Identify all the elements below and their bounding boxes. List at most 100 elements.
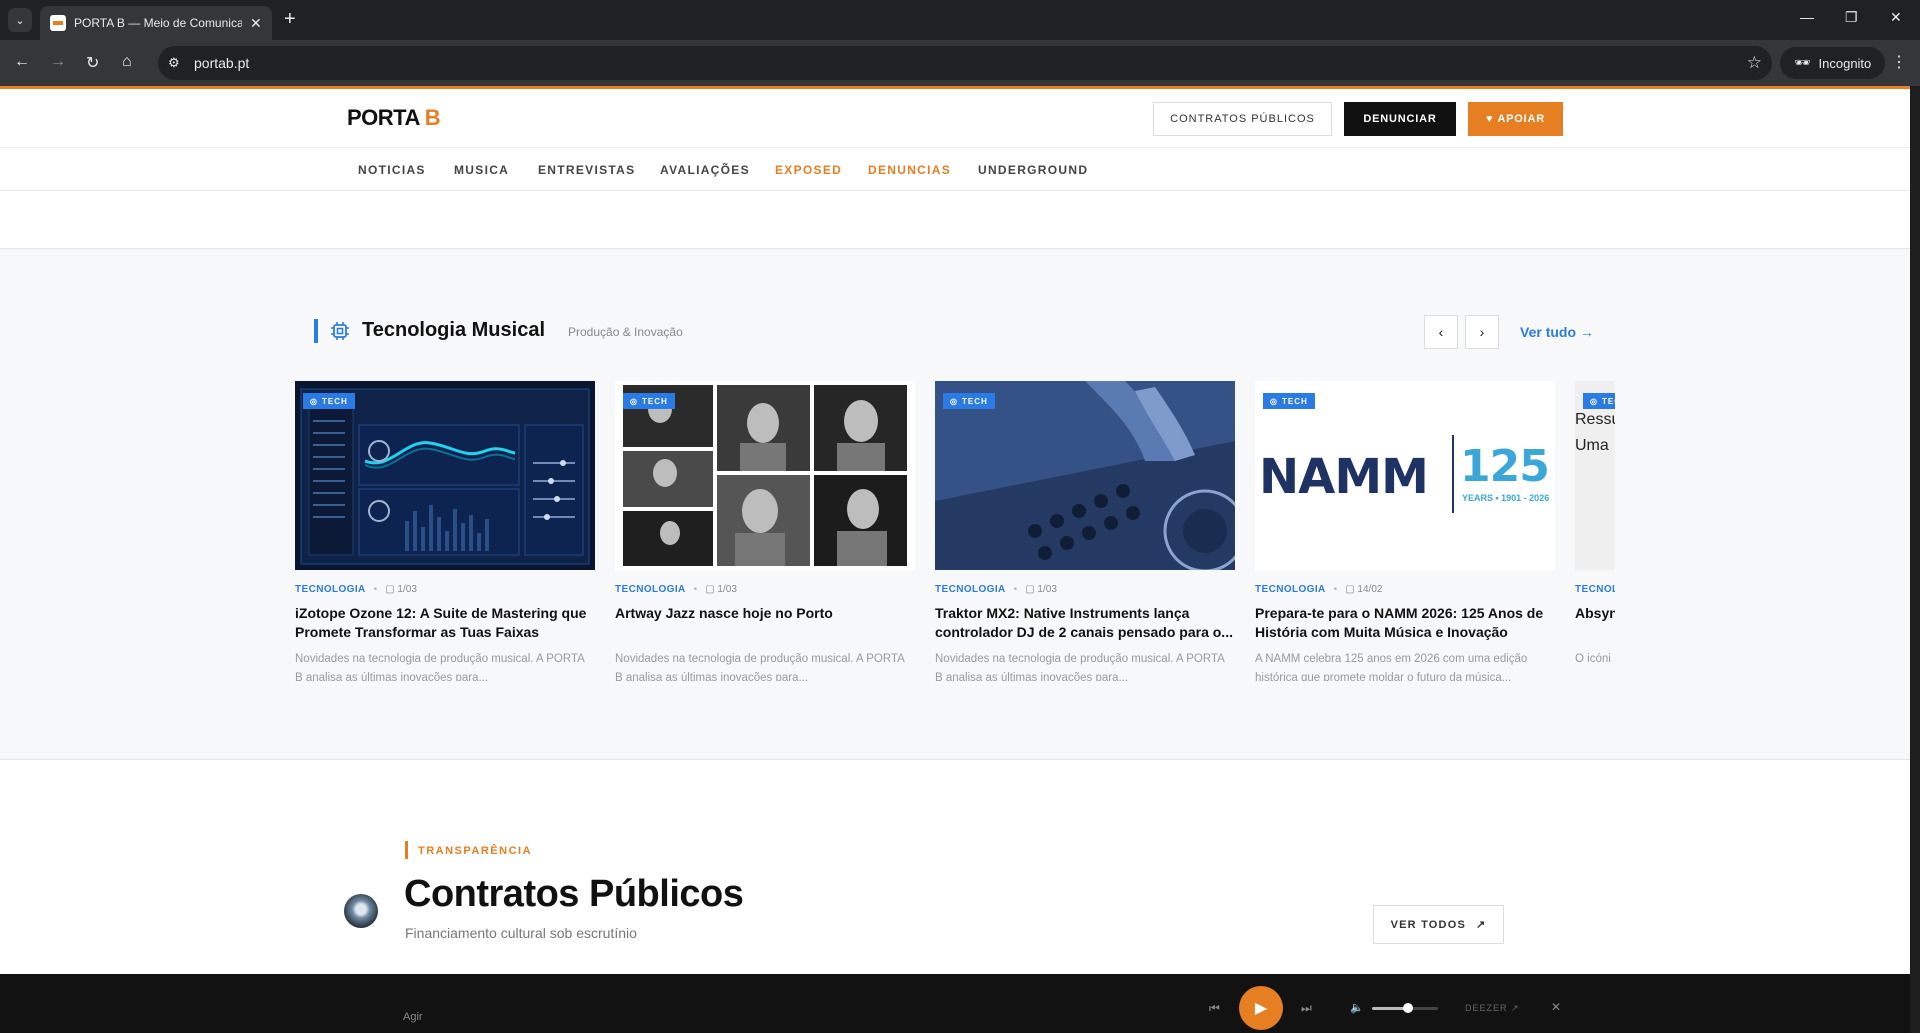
tech-tag: ◎TECH xyxy=(623,393,675,409)
track-artist: Agir xyxy=(403,1011,423,1023)
view-all-contracts-button[interactable]: VER TODOS ↗ xyxy=(1373,905,1504,944)
card-image[interactable]: NAMM 125 YEARS • 1901 - 2026 ◎ TECH xyxy=(1255,381,1555,570)
support-button[interactable]: ♥ APOIAR xyxy=(1468,102,1563,136)
denounce-button[interactable]: DENUNCIAR xyxy=(1344,102,1456,136)
home-icon[interactable]: ⌂ xyxy=(122,53,132,71)
track-title: Essência xyxy=(403,903,460,918)
site-info-icon[interactable]: ⚙ xyxy=(168,55,180,71)
browser-tab[interactable]: PORTA B — Meio de Comunicação ✕ xyxy=(40,6,272,40)
card-excerpt: A NAMM celebra 125 anos em 2026 com uma … xyxy=(1255,653,1528,681)
close-tab-icon[interactable]: ✕ xyxy=(250,15,262,32)
play-button[interactable]: ▶ xyxy=(1239,986,1283,1030)
card-category[interactable]: TECNOLOGIA xyxy=(1255,584,1326,595)
incognito-label: Incognito xyxy=(1818,55,1872,71)
calendar-icon: ▢ xyxy=(1345,584,1355,595)
card-image[interactable]: ◎ TECH xyxy=(295,381,595,570)
address-bar[interactable]: ⚙ portab.pt ☆ xyxy=(158,46,1772,80)
tab-title: PORTA B — Meio de Comunicação xyxy=(74,16,242,30)
card-category[interactable]: TECNOLOGIA xyxy=(935,584,1006,595)
new-tab-icon[interactable]: + xyxy=(284,8,296,31)
carousel-prev-button[interactable]: ‹ xyxy=(1424,315,1458,349)
izotope-screenshot-image xyxy=(295,381,595,570)
card-title[interactable]: Prepara-te para o NAMM 2026: 125 Anos de… xyxy=(1255,604,1555,642)
eyebrow-accent-bar xyxy=(405,841,408,859)
article-card[interactable]: ◎ TECH TECNOLOGIA • ▢ 1/03 iZotope Ozone … xyxy=(295,381,595,681)
nav-item-noticias[interactable]: NOTICIAS xyxy=(358,163,426,177)
tech-carousel: ◎ TECH TECNOLOGIA • ▢ 1/03 iZotope Ozone … xyxy=(295,381,1615,681)
section-accent-bar xyxy=(314,319,318,343)
tech-tag: ◎TECH xyxy=(943,393,995,409)
tag-label: TECH xyxy=(321,396,348,406)
logo-main-text: PORTA xyxy=(347,105,420,130)
window-close-icon[interactable]: ✕ xyxy=(1890,9,1902,26)
contracts-button[interactable]: CONTRATOS PÚBLICOS xyxy=(1153,102,1332,136)
card-category[interactable]: TECNOL xyxy=(1575,584,1615,595)
calendar-icon: ▢ xyxy=(385,584,395,595)
browser-toolbar: ← → ↻ ⌂ ⚙ portab.pt ☆ 🕶 Incognito ⋮ xyxy=(0,40,1920,86)
nav-item-musica[interactable]: MUSICA xyxy=(454,163,509,177)
tag-label: TECH xyxy=(1601,396,1615,406)
page-scrollbar[interactable] xyxy=(1910,86,1920,1033)
card-image[interactable]: ◎ TECH xyxy=(615,381,915,570)
chip-icon: ◎ xyxy=(310,396,318,406)
nav-item-entrevistas[interactable]: ENTREVISTAS xyxy=(538,163,635,177)
article-card[interactable]: Ressu Uma ◎TECH TECNOL Absyn Sintet O ic… xyxy=(1575,381,1615,681)
article-card[interactable]: ◎ TECH TECNOLOGIA • ▢ 1/03 Artway Jazz na… xyxy=(615,381,915,681)
reload-icon[interactable]: ↻ xyxy=(86,53,99,73)
broken-image-text: Ressu xyxy=(1575,411,1615,428)
meta-separator: • xyxy=(693,584,698,595)
musicians-collage-image xyxy=(615,381,915,570)
card-excerpt: Novidades na tecnologia de produção musi… xyxy=(935,653,1225,681)
article-card[interactable]: ◎ TECH TECNOLOGIA • ▢ 1/03 Traktor MX2: N… xyxy=(935,381,1235,681)
article-card[interactable]: NAMM 125 YEARS • 1901 - 2026 ◎ TECH TECNO… xyxy=(1255,381,1555,681)
nav-item-denuncias[interactable]: DENUNCIAS xyxy=(868,163,951,177)
card-date: ▢ 1/03 xyxy=(1025,584,1057,595)
card-title[interactable]: Absyn Sintet xyxy=(1575,604,1615,642)
calendar-icon: ▢ xyxy=(705,584,715,595)
album-art[interactable] xyxy=(344,894,378,928)
chip-icon xyxy=(331,322,349,340)
tab-search-icon[interactable]: ⌄ xyxy=(8,8,32,32)
namm-divider xyxy=(1452,435,1454,513)
minimize-icon[interactable]: — xyxy=(1800,9,1814,25)
chevron-left-icon: ‹ xyxy=(1438,324,1444,340)
support-label: APOIAR xyxy=(1497,113,1545,125)
card-image[interactable]: Ressu Uma ◎TECH xyxy=(1575,381,1615,570)
card-title[interactable]: Artway Jazz nasce hoje no Porto xyxy=(615,604,915,642)
incognito-indicator[interactable]: 🕶 Incognito xyxy=(1780,47,1886,79)
volume-icon[interactable]: 🔈 xyxy=(1350,1001,1364,1014)
card-title[interactable]: iZotope Ozone 12: A Suite de Mastering q… xyxy=(295,604,595,642)
nav-item-avaliacoes[interactable]: AVALIAÇÕES xyxy=(660,163,750,177)
close-player-icon[interactable]: ✕ xyxy=(1551,1000,1561,1014)
logo-accent-text: B xyxy=(424,105,441,130)
deezer-link[interactable]: DEEZER ↗ xyxy=(1465,1003,1520,1014)
previous-track-icon[interactable]: ⏮ xyxy=(1209,1001,1220,1016)
play-icon: ▶ xyxy=(1254,1000,1268,1017)
card-image[interactable]: ◎ TECH xyxy=(935,381,1235,570)
tag-label: TECH xyxy=(1281,396,1308,406)
favicon-icon xyxy=(50,15,66,31)
card-title[interactable]: Traktor MX2: Native Instruments lança co… xyxy=(935,604,1235,642)
namm-125: 125 xyxy=(1460,441,1550,492)
card-meta: TECNOL xyxy=(1575,584,1615,595)
url-text[interactable]: portab.pt xyxy=(194,55,249,71)
chevron-right-icon: › xyxy=(1479,324,1485,340)
restore-icon[interactable]: ❐ xyxy=(1845,9,1858,26)
date-text: 1/03 xyxy=(397,584,417,595)
forward-icon[interactable]: → xyxy=(50,53,66,71)
nav-item-underground[interactable]: UNDERGROUND xyxy=(978,163,1088,177)
next-track-icon[interactable]: ⏭ xyxy=(1301,1001,1312,1016)
chip-icon: ◎ xyxy=(1590,396,1598,406)
card-category[interactable]: TECNOLOGIA xyxy=(295,584,366,595)
browser-menu-icon[interactable]: ⋮ xyxy=(1891,52,1907,72)
card-meta: TECNOLOGIA • ▢ 1/03 xyxy=(295,584,595,595)
meta-separator: • xyxy=(1333,584,1338,595)
back-icon[interactable]: ← xyxy=(14,53,30,71)
site-logo[interactable]: PORTA B xyxy=(347,105,441,131)
card-category[interactable]: TECNOLOGIA xyxy=(615,584,686,595)
see-all-link[interactable]: Ver tudo → xyxy=(1520,324,1594,340)
carousel-next-button[interactable]: › xyxy=(1465,315,1499,349)
nav-item-exposed[interactable]: EXPOSED xyxy=(775,163,842,177)
bookmark-star-icon[interactable]: ☆ xyxy=(1747,53,1762,73)
page-viewport: PORTA B CONTRATOS PÚBLICOS DENUNCIAR ♥ A… xyxy=(0,89,1910,1033)
